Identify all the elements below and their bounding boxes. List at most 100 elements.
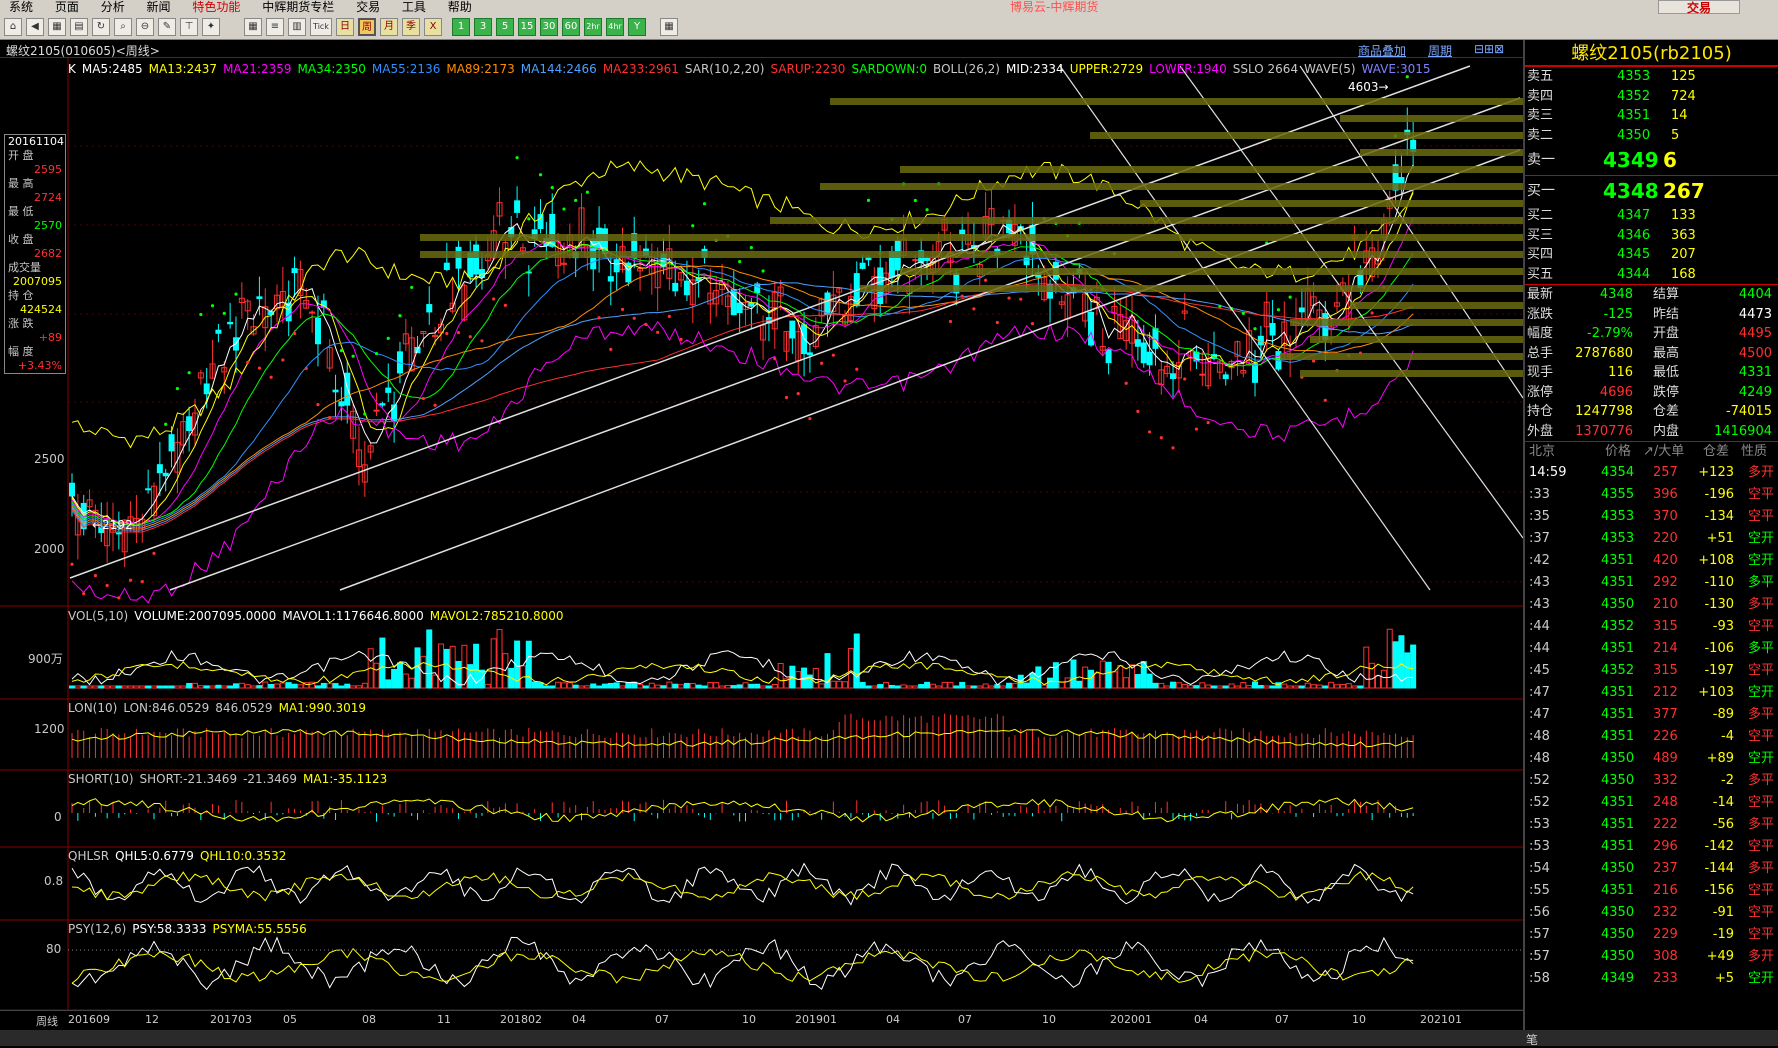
tick-row: :35 4353 370 -134 空平 (1525, 506, 1778, 528)
grid-icon[interactable]: ▦ (244, 18, 262, 36)
new-icon[interactable]: ✦ (202, 18, 220, 36)
book-row[interactable]: 买二 4347 133 (1525, 206, 1778, 226)
period-2hr-button[interactable]: 2hr (584, 18, 602, 36)
info-low-label: 最 低 (8, 205, 34, 218)
volume-bar (355, 685, 362, 689)
sar-dot (913, 198, 917, 203)
report-icon[interactable]: ▤ (70, 18, 88, 36)
ask-book: 卖五 4353 125 卖四 4352 724 卖三 4351 14 卖二 4350 5 (1525, 67, 1778, 145)
ask1-vol: 6 (1663, 148, 1677, 172)
tick-row: :56 4350 232 -91 空平 (1525, 902, 1778, 924)
menu-system[interactable]: 系统 (9, 0, 33, 14)
main-legend-item: MA5:2485 (81, 62, 143, 76)
tick-vol: 233 (1653, 970, 1678, 986)
period-y-button[interactable]: Y (628, 18, 646, 36)
sar-dot (152, 551, 156, 555)
volume-bar (1076, 680, 1083, 689)
book-row[interactable]: 买三 4346 363 (1525, 226, 1778, 246)
zoom-out-icon[interactable]: ⊖ (136, 18, 154, 36)
pin-icon[interactable]: ⊤ (180, 18, 198, 36)
period-1-button[interactable]: 1 (452, 18, 470, 36)
candle-body (613, 259, 620, 273)
back-icon[interactable]: ◀ (26, 18, 44, 36)
stat-value: 4348 (1599, 287, 1633, 302)
stat-label: 跌停 (1653, 384, 1680, 400)
volume-bar (262, 681, 269, 689)
chart-area[interactable]: K MA5:2485 MA13:2437 MA21:2359 MA34:2350 MA55… (0, 58, 1523, 1018)
tick-oi: -156 (1704, 882, 1734, 898)
x-axis-tick: 07 (1275, 1013, 1289, 1026)
candle-body (1170, 373, 1177, 380)
stat-label: 结算 (1653, 287, 1680, 302)
trade-button[interactable]: 交易 (1658, 0, 1740, 14)
menu-features[interactable]: 特色功能 (192, 0, 240, 14)
period-60-button[interactable]: 60 (562, 18, 580, 36)
bid1-row[interactable]: 买一 4348 267 (1525, 176, 1778, 206)
period-4hr-button[interactable]: 4hr (606, 18, 624, 36)
menu-analysis[interactable]: 分析 (101, 0, 125, 14)
info-high-label: 最 高 (8, 177, 34, 190)
sar-dot (1241, 311, 1245, 315)
menu-broker-column[interactable]: 中辉期货专栏 (262, 0, 334, 14)
ask1-row[interactable]: 卖一 4349 6 (1525, 145, 1778, 175)
tick-vol: 370 (1653, 508, 1678, 524)
layout-icon[interactable]: ▦ (48, 18, 66, 36)
sar-dot (995, 320, 999, 325)
list-icon[interactable]: ≡ (266, 18, 284, 36)
volume-bar (268, 683, 275, 689)
menu-help[interactable]: 帮助 (448, 0, 472, 14)
tick-price: 4351 (1601, 882, 1635, 898)
period-5-button[interactable]: 5 (496, 18, 514, 36)
period-3-button[interactable]: 3 (474, 18, 492, 36)
book-row[interactable]: 卖四 4352 724 (1525, 87, 1778, 107)
bar-icon[interactable]: ▥ (288, 18, 306, 36)
tick-time: :56 (1529, 904, 1550, 920)
draw-icon[interactable]: ✎ (158, 18, 176, 36)
season-button[interactable]: 季 (402, 18, 420, 36)
book-row[interactable]: 买四 4345 207 (1525, 245, 1778, 265)
info-pct-label: 幅 度 (8, 345, 34, 358)
volume-bar (847, 648, 854, 689)
period-15-button[interactable]: 15 (518, 18, 536, 36)
zoom-icon[interactable]: ⌕ (114, 18, 132, 36)
sar-dot (820, 361, 824, 365)
volume-profile-bar (1300, 370, 1523, 377)
volume-bar (1164, 685, 1171, 689)
week-button[interactable]: 周 (358, 18, 376, 36)
sar-dot (410, 285, 414, 290)
menu-page[interactable]: 页面 (55, 0, 79, 14)
psy-indicator-legend: PSY(12,6) PSY:58.3333 PSYMA:55.5556 (68, 922, 313, 936)
volume-bar (496, 629, 503, 689)
book-row[interactable]: 卖二 4350 5 (1525, 126, 1778, 146)
calendar-icon[interactable]: ▦ (660, 18, 678, 36)
tick-type: 空平 (1747, 882, 1774, 898)
menu-trade[interactable]: 交易 (356, 0, 380, 14)
x-button[interactable]: X (424, 18, 442, 36)
window-controls-icon[interactable]: ⊟⊞⊠ (1474, 42, 1504, 56)
period-30-button[interactable]: 30 (540, 18, 558, 36)
book-row[interactable]: 买五 4344 168 (1525, 265, 1778, 285)
tick-list: 14:59 4354 257 +123 多开:33 4355 396 -196 空平:35 435… (1525, 462, 1778, 990)
volume-bar (1170, 681, 1177, 689)
menu-tools[interactable]: 工具 (402, 0, 426, 14)
book-row[interactable]: 卖五 4353 125 (1525, 67, 1778, 87)
tick-button[interactable]: Tick (310, 18, 332, 36)
vol-axis-label: 900万 (28, 652, 63, 666)
low-annotation: ←2192 (92, 518, 133, 532)
overlay-link[interactable]: 商品叠加 (1358, 42, 1406, 59)
volume-bar (273, 683, 280, 689)
tick-time: :58 (1529, 970, 1550, 986)
tick-time: :44 (1529, 618, 1550, 634)
day-button[interactable]: 日 (336, 18, 354, 36)
tick-tab[interactable]: 笔 (1526, 1031, 1538, 1048)
refresh-icon[interactable]: ↻ (92, 18, 110, 36)
status-bar: 笔 (0, 1030, 1778, 1048)
volume-bar (1011, 683, 1018, 689)
home-icon[interactable]: ⌂ (4, 18, 22, 36)
book-row[interactable]: 卖三 4351 14 (1525, 106, 1778, 126)
sar-dot (585, 190, 589, 194)
menu-news[interactable]: 新闻 (147, 0, 171, 14)
stat-label: 总手 (1527, 345, 1554, 361)
period-link[interactable]: 周期 (1428, 42, 1452, 59)
month-button[interactable]: 月 (380, 18, 398, 36)
